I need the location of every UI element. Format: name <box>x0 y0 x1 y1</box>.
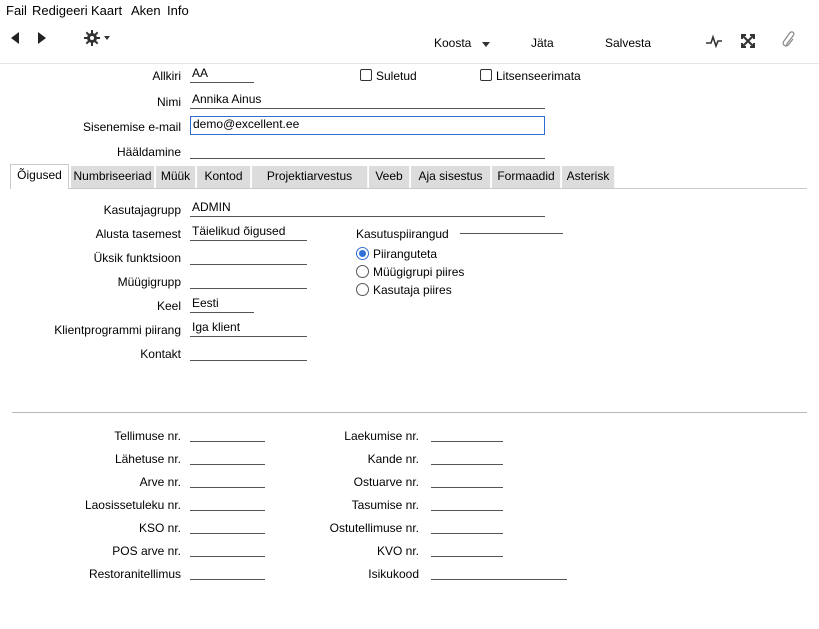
laosissetuleku-field[interactable] <box>190 494 265 511</box>
pos-arve-label: POS arve nr. <box>112 544 181 558</box>
lahetuse-field[interactable] <box>190 448 265 465</box>
restoranitellimus-field[interactable] <box>190 563 265 580</box>
expand-icon[interactable] <box>741 34 755 48</box>
tasumise-field[interactable] <box>431 494 503 511</box>
tab-formaadid[interactable]: Formaadid <box>492 166 561 188</box>
email-label: Sisenemise e-mail <box>82 120 181 134</box>
kasutajagrupp-field[interactable]: ADMIN <box>190 200 545 217</box>
isikukood-label: Isikukood <box>368 567 419 581</box>
kasutuspiirangud-label: Kasutuspiirangud <box>356 227 449 241</box>
tab-divider <box>69 188 807 189</box>
lahetuse-label: Lähetuse nr. <box>114 452 181 466</box>
pos-arve-field[interactable] <box>190 540 265 557</box>
kasutuspiirangud-field[interactable] <box>460 220 563 234</box>
menu-bar: Fail Redigeeri Kaart Aken Info <box>0 0 819 20</box>
tab-kontod[interactable]: Kontod <box>197 166 251 188</box>
arve-label: Arve nr. <box>139 475 181 489</box>
chevron-down-icon <box>104 36 110 40</box>
restoranitellimus-label: Restoranitellimus <box>88 567 181 581</box>
section-divider <box>12 412 807 413</box>
toolbar: Koosta Jäta Salvesta <box>0 22 819 64</box>
kontakt-field[interactable] <box>190 344 307 361</box>
haaldamine-label: Hääldamine <box>116 145 181 159</box>
suletud-label: Suletud <box>376 69 417 83</box>
isikukood-field[interactable] <box>431 563 567 580</box>
muugigrupp-field[interactable] <box>190 272 307 289</box>
ostuarve-field[interactable] <box>431 471 503 488</box>
klientprogrammi-field[interactable]: Iga klient <box>190 320 307 337</box>
alusta-field[interactable]: Täielikud õigused <box>190 224 307 241</box>
tab-oigused[interactable]: Õigused <box>10 164 69 189</box>
haaldamine-field[interactable] <box>190 142 545 159</box>
kasutajagrupp-label: Kasutajagrupp <box>103 203 181 217</box>
keel-field[interactable]: Eesti <box>190 296 254 313</box>
menu-aken[interactable]: Aken <box>131 3 161 18</box>
kso-label: KSO nr. <box>138 521 181 535</box>
jata-button[interactable]: Jäta <box>531 36 554 50</box>
litsenseerimata-checkbox[interactable] <box>480 69 492 81</box>
prev-icon[interactable] <box>11 32 19 44</box>
tab-numbriseeriad[interactable]: Numbriseeriad <box>71 166 155 188</box>
menu-info[interactable]: Info <box>167 3 189 18</box>
tab-veeb[interactable]: Veeb <box>369 166 410 188</box>
koosta-button[interactable]: Koosta <box>434 36 471 50</box>
kande-field[interactable] <box>431 448 503 465</box>
kso-field[interactable] <box>190 517 265 534</box>
uksik-field[interactable] <box>190 248 307 265</box>
next-icon[interactable] <box>38 32 46 44</box>
chevron-down-icon[interactable] <box>482 42 490 47</box>
laekumise-label: Laekumise nr. <box>344 429 419 443</box>
piiranguteta-label: Piiranguteta <box>373 247 438 261</box>
tasumise-label: Tasumise nr. <box>351 498 419 512</box>
menu-redigeeri[interactable]: Redigeeri <box>32 3 88 18</box>
kvo-field[interactable] <box>431 540 503 557</box>
tab-projektiarvestus[interactable]: Projektiarvestus <box>252 166 368 188</box>
gear-icon[interactable] <box>84 29 114 47</box>
piiranguteta-radio[interactable] <box>356 247 369 260</box>
tab-asterisk[interactable]: Asterisk <box>562 166 615 188</box>
kasutaja-piires-radio[interactable] <box>356 283 369 296</box>
tab-muuk[interactable]: Müük <box>156 166 196 188</box>
kasutaja-piires-label: Kasutaja piires <box>373 283 452 297</box>
email-field[interactable]: demo@excellent.ee <box>190 116 545 135</box>
ostutellimuse-field[interactable] <box>431 517 503 534</box>
suletud-checkbox[interactable] <box>360 69 372 81</box>
ostutellimuse-label: Ostutellimuse nr. <box>329 521 419 535</box>
alusta-label: Alusta tasemest <box>95 227 181 241</box>
uksik-label: Üksik funktsioon <box>93 251 181 265</box>
menu-kaart[interactable]: Kaart <box>91 3 122 18</box>
muugigrupi-piires-radio[interactable] <box>356 265 369 278</box>
salvesta-button[interactable]: Salvesta <box>605 36 651 50</box>
pulse-icon[interactable] <box>705 34 723 48</box>
kontakt-label: Kontakt <box>140 347 181 361</box>
ostuarve-label: Ostuarve nr. <box>353 475 419 489</box>
klientprogrammi-label: Klientprogrammi piirang <box>54 323 181 337</box>
menu-fail[interactable]: Fail <box>6 3 27 18</box>
arve-field[interactable] <box>190 471 265 488</box>
muugigrupi-piires-label: Müügigrupi piires <box>373 265 465 279</box>
tellimuse-field[interactable] <box>190 425 265 442</box>
litsenseerimata-label: Litsenseerimata <box>496 69 581 83</box>
laekumise-field[interactable] <box>431 425 503 442</box>
paperclip-icon[interactable] <box>782 31 796 49</box>
keel-label: Keel <box>156 299 181 313</box>
laosissetuleku-label: Laosissetuleku nr. <box>84 498 181 512</box>
allkiri-field[interactable]: AA <box>190 66 254 83</box>
muugigrupp-label: Müügigrupp <box>117 275 181 289</box>
nimi-label: Nimi <box>157 95 181 109</box>
nimi-field[interactable]: Annika Ainus <box>190 92 545 109</box>
allkiri-label: Allkiri <box>152 69 181 83</box>
tab-aja-sisestus[interactable]: Aja sisestus <box>411 166 491 188</box>
kande-label: Kande nr. <box>367 452 419 466</box>
kvo-label: KVO nr. <box>376 544 419 558</box>
tellimuse-label: Tellimuse nr. <box>114 429 181 443</box>
